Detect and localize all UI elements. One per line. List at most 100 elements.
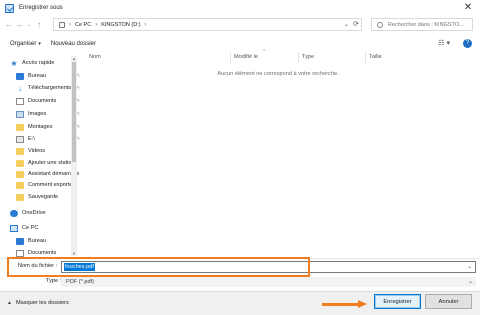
sidebar-item-onedrive[interactable]: OneDrive bbox=[10, 208, 46, 218]
organize-menu[interactable]: Organiser ▾ bbox=[10, 41, 41, 47]
filetype-label: Type : bbox=[46, 278, 62, 284]
folder-icon bbox=[16, 170, 24, 178]
sidebar-item-label: E:\ bbox=[28, 136, 35, 142]
column-divider[interactable] bbox=[230, 52, 231, 63]
save-button[interactable]: Enregistrer bbox=[374, 294, 421, 309]
column-divider[interactable] bbox=[298, 52, 299, 63]
arrow-annotation bbox=[322, 300, 367, 308]
navigation-bar: ← → ⌄ ↑ › Ce PC › KINGSTON (D:) › ⌄ ⟳ bbox=[0, 16, 480, 34]
column-modified[interactable]: Modifié le bbox=[234, 54, 258, 60]
sidebar-item-assistant[interactable]: Assistant démarrage bbox=[16, 169, 79, 179]
window-title: Enregistrer sous bbox=[19, 5, 63, 11]
sidebar-item-label: Ce PC bbox=[22, 225, 39, 231]
drive-icon bbox=[16, 135, 24, 143]
sidebar-item-label: Videos bbox=[28, 148, 46, 154]
address-bar[interactable]: › Ce PC › KINGSTON (D:) › ⌄ ⟳ bbox=[53, 18, 362, 31]
recent-locations-icon[interactable]: ⌄ bbox=[24, 19, 34, 31]
desktop-icon bbox=[16, 237, 24, 245]
breadcrumb-separator: › bbox=[144, 21, 147, 28]
chevron-down-icon[interactable]: ⌄ bbox=[467, 263, 472, 270]
star-icon: ★ bbox=[10, 58, 18, 68]
sidebar-item-downloads[interactable]: ↓ Téléchargements ✎ bbox=[16, 83, 80, 93]
column-divider[interactable] bbox=[365, 52, 366, 63]
chevron-down-icon[interactable]: ⌄ bbox=[468, 278, 473, 285]
sidebar-item-drive-e[interactable]: E:\ ✎ bbox=[16, 134, 80, 144]
search-box[interactable] bbox=[371, 18, 473, 31]
hide-folders-label: Masquer les dossiers bbox=[15, 300, 69, 306]
sort-indicator-icon: ^ bbox=[263, 49, 266, 55]
image-icon bbox=[16, 110, 24, 118]
filetype-select[interactable]: PDF (*.pdf) ⌄ bbox=[61, 277, 476, 287]
scroll-down-icon[interactable]: ▼ bbox=[71, 251, 77, 256]
sidebar-item-export[interactable]: Comment exporter bbox=[16, 180, 74, 190]
breadcrumb-separator: › bbox=[69, 21, 71, 28]
hide-folders-toggle[interactable]: ▲ Masquer les dossiers bbox=[7, 300, 69, 306]
sidebar-item-label: Ajouter une station bbox=[28, 160, 75, 166]
sidebar-item-label: Comment exporter bbox=[28, 182, 75, 188]
cloud-icon bbox=[10, 209, 18, 217]
column-name[interactable]: Nom bbox=[89, 54, 101, 60]
up-arrow-icon[interactable]: ↑ bbox=[34, 19, 44, 31]
sidebar-item-label: OneDrive bbox=[22, 210, 46, 216]
toolbar: Organiser ▾ Nouveau dossier ☷ ▾ ? bbox=[0, 36, 480, 51]
folder-icon bbox=[16, 147, 24, 155]
search-input[interactable] bbox=[387, 21, 472, 28]
sidebar-item-label: Documents bbox=[28, 98, 57, 104]
sidebar-item-label: Sauvegarde bbox=[28, 194, 59, 200]
folder-icon bbox=[16, 123, 24, 131]
sidebar-item-images[interactable]: Images ✎ bbox=[16, 109, 80, 119]
scroll-up-icon[interactable]: ▲ bbox=[71, 56, 77, 61]
column-type[interactable]: Type bbox=[302, 54, 314, 60]
sidebar-item-montages[interactable]: Montages ✎ bbox=[16, 122, 80, 132]
close-icon[interactable]: ✕ bbox=[462, 2, 474, 14]
forward-arrow-icon[interactable]: → bbox=[14, 19, 24, 31]
arrow-shaft bbox=[322, 303, 360, 306]
column-size[interactable]: Taille bbox=[369, 54, 382, 60]
sidebar-item-label: Bureau bbox=[28, 238, 47, 244]
help-icon[interactable]: ? bbox=[463, 39, 472, 48]
sidebar-scrollbar[interactable]: ▲ ▼ bbox=[71, 56, 77, 256]
sidebar-item-label: Bureau bbox=[28, 73, 47, 79]
breadcrumb-drive[interactable]: KINGSTON (D:) bbox=[101, 22, 140, 28]
sidebar-item-add-station[interactable]: Ajouter une station bbox=[16, 158, 75, 168]
folder-icon bbox=[16, 159, 24, 167]
sidebar-item-desktop[interactable]: Bureau ✎ bbox=[16, 71, 80, 81]
sidebar-item-backup[interactable]: Sauvegarde bbox=[16, 192, 58, 202]
filetype-row: Type : PDF (*.pdf) ⌄ bbox=[0, 277, 480, 287]
navigation-pane: ★ Accès rapide Bureau ✎ ↓ Téléchargements ✎ … bbox=[4, 52, 80, 258]
sidebar-item-this-pc[interactable]: Ce PC bbox=[10, 223, 38, 233]
pc-icon bbox=[10, 224, 18, 232]
sidebar-item-label: Images bbox=[28, 111, 47, 117]
sidebar-item-quick-access[interactable]: ★ Accès rapide bbox=[10, 58, 54, 68]
search-icon bbox=[377, 21, 383, 28]
pc-icon bbox=[59, 21, 65, 28]
view-options-icon[interactable]: ☷ ▾ bbox=[438, 39, 450, 47]
breadcrumb-this-pc[interactable]: Ce PC bbox=[75, 22, 91, 28]
folder-icon bbox=[16, 193, 24, 201]
highlight-annotation bbox=[7, 257, 310, 277]
scrollbar-thumb[interactable] bbox=[72, 62, 76, 162]
save-dialog-icon bbox=[5, 3, 14, 13]
refresh-icon[interactable]: ⟳ bbox=[353, 20, 359, 28]
sidebar-item-videos[interactable]: Videos bbox=[16, 146, 45, 156]
sidebar-item-label: Documents bbox=[28, 250, 57, 256]
back-arrow-icon[interactable]: ← bbox=[4, 19, 14, 31]
title-bar: Enregistrer sous ✕ bbox=[0, 0, 480, 16]
sidebar-item-documents[interactable]: Documents ✎ bbox=[16, 96, 80, 106]
folder-icon bbox=[16, 181, 24, 189]
organize-label: Organiser bbox=[10, 40, 37, 47]
sidebar-item-label: Montages bbox=[28, 124, 53, 130]
chevron-up-icon: ▲ bbox=[7, 300, 12, 306]
chevron-down-icon[interactable]: ⌄ bbox=[344, 21, 349, 28]
sidebar-item-desktop-pc[interactable]: Bureau bbox=[16, 236, 46, 246]
sidebar-item-label: Téléchargements bbox=[28, 85, 72, 91]
arrow-head bbox=[358, 300, 367, 308]
column-header: Nom ^ Modifié le Type Taille bbox=[80, 49, 476, 63]
cancel-button[interactable]: Annuler bbox=[425, 294, 472, 309]
document-icon bbox=[16, 249, 24, 257]
chevron-down-icon: ▾ bbox=[38, 40, 41, 47]
new-folder-button[interactable]: Nouveau dossier bbox=[51, 41, 96, 47]
download-icon: ↓ bbox=[18, 83, 22, 93]
document-icon bbox=[16, 97, 24, 105]
empty-message: Aucun élément ne correspond à votre rech… bbox=[217, 71, 339, 77]
